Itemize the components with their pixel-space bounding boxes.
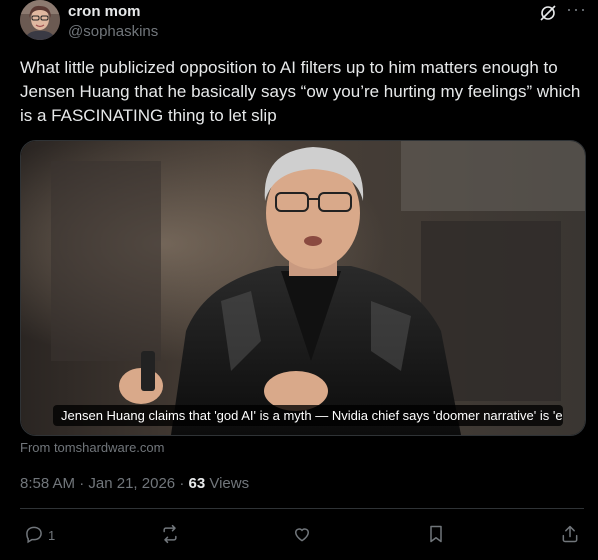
card-source[interactable]: From tomshardware.com xyxy=(20,440,164,455)
card-caption: Jensen Huang claims that 'god AI' is a m… xyxy=(53,405,563,426)
repost-button[interactable] xyxy=(160,524,180,546)
tweet-meta: 8:58 AM · Jan 21, 2026 · 63 Views xyxy=(20,475,249,492)
like-button[interactable] xyxy=(292,524,312,546)
repost-icon xyxy=(160,524,180,547)
share-icon xyxy=(560,524,580,547)
grok-icon[interactable] xyxy=(539,4,557,22)
views-count: 63 xyxy=(188,475,206,492)
tweet-time[interactable]: 8:58 AM xyxy=(20,475,75,492)
tweet: cron mom @sophaskins ··· What little pub… xyxy=(0,0,598,560)
tweet-text: What little publicized opposition to AI … xyxy=(20,58,581,125)
bookmark-icon xyxy=(426,524,446,547)
divider xyxy=(20,508,584,509)
reply-button[interactable]: 1 xyxy=(24,524,55,546)
display-name[interactable]: cron mom xyxy=(68,3,141,20)
bookmark-button[interactable] xyxy=(426,524,446,546)
link-card[interactable]: Jensen Huang claims that 'god AI' is a m… xyxy=(20,140,586,436)
action-bar: 1 xyxy=(0,520,598,552)
like-icon xyxy=(292,524,312,547)
reply-count: 1 xyxy=(48,527,56,543)
card-image xyxy=(21,141,585,435)
meta-separator: · xyxy=(79,475,85,492)
meta-separator: · xyxy=(179,475,185,492)
avatar[interactable] xyxy=(20,0,60,40)
more-icon[interactable]: ··· xyxy=(566,0,586,22)
share-button[interactable] xyxy=(560,524,580,546)
tweet-date[interactable]: Jan 21, 2026 xyxy=(88,475,175,492)
handle[interactable]: @sophaskins xyxy=(68,23,158,40)
views-label: Views xyxy=(209,475,250,492)
reply-icon xyxy=(24,524,44,547)
